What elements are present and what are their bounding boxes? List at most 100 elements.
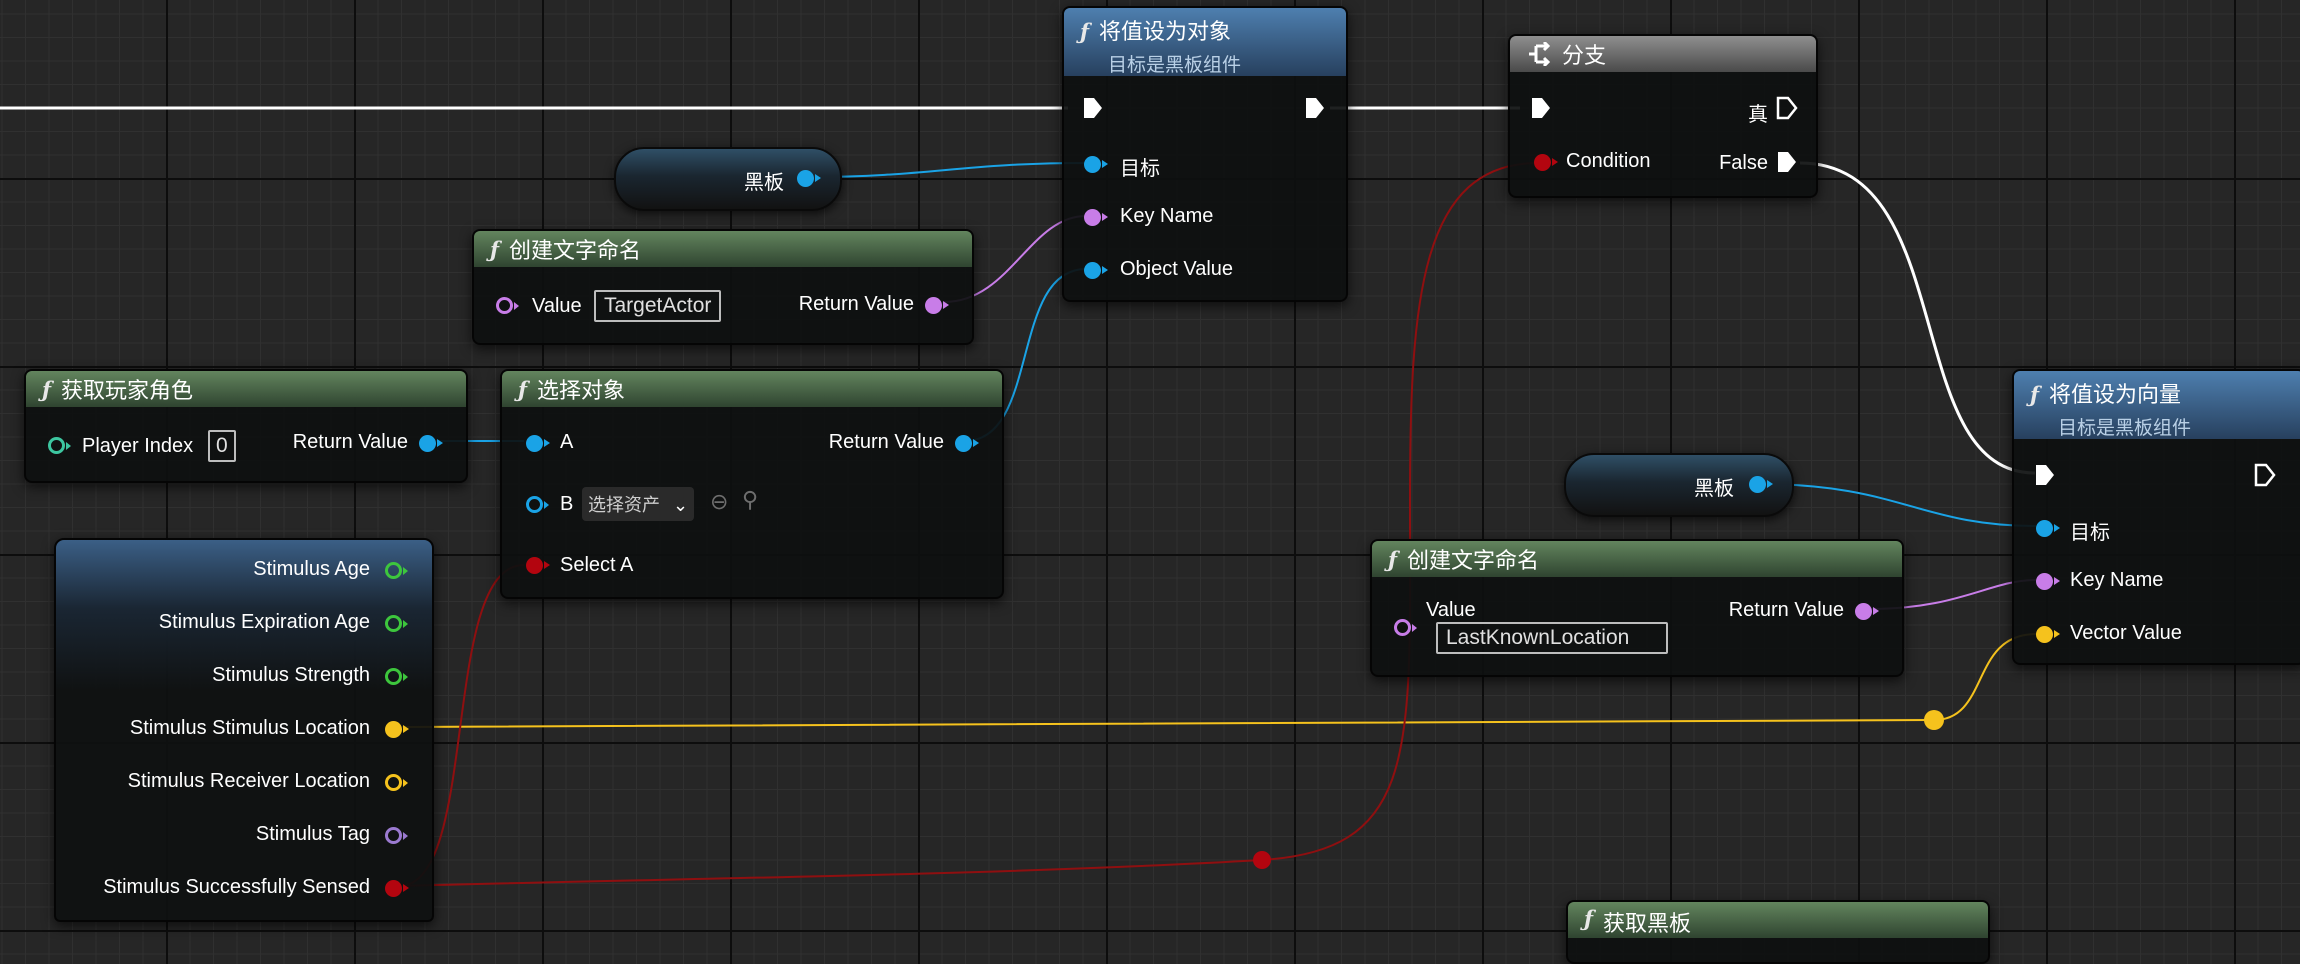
select-object-node[interactable]: ƒ 选择对象 A Return Value B 选择资产 ⌄ ⊖ ⚲ Select… — [500, 369, 1004, 599]
exec-false-pin[interactable] — [1776, 150, 1798, 174]
function-icon: ƒ — [1388, 546, 1398, 572]
target-pin[interactable] — [2036, 520, 2060, 537]
exec-in-pin[interactable] — [1530, 96, 1552, 120]
function-icon: ƒ — [518, 376, 528, 402]
condition-pin[interactable] — [1534, 154, 1558, 171]
stimulus-output-pin[interactable] — [385, 774, 408, 791]
node-header: ƒ 创建文字命名 — [474, 231, 972, 267]
function-icon: ƒ — [1080, 19, 1090, 44]
stimulus-output-pin[interactable] — [385, 562, 408, 579]
target-label: 目标 — [1120, 158, 1160, 180]
node-header: ƒ 获取玩家角色 — [26, 371, 466, 407]
value-input[interactable]: LastKnownLocation — [1436, 622, 1668, 654]
return-value-label: Return Value — [828, 431, 944, 453]
node-header: 分支 — [1510, 36, 1816, 72]
value-label: Value — [1426, 599, 1476, 621]
value-input[interactable]: TargetActor — [594, 290, 722, 322]
make-literal-name-node[interactable]: ƒ 创建文字命名 Value TargetActor Return Value — [472, 229, 974, 345]
variable-label: 黑板 — [744, 172, 784, 194]
function-icon: ƒ — [42, 376, 52, 402]
exec-in-pin[interactable] — [1082, 96, 1104, 120]
stimulus-output-pin[interactable] — [385, 827, 408, 844]
a-label: A — [560, 431, 574, 453]
reroute-knot-vector[interactable] — [1924, 710, 1944, 730]
stimulus-output-pin[interactable] — [385, 615, 408, 632]
return-value-pin[interactable] — [925, 297, 949, 314]
return-value-pin[interactable] — [419, 435, 443, 452]
exec-true-pin[interactable] — [1776, 96, 1798, 120]
chevron-down-icon: ⌄ — [673, 495, 689, 515]
branch-icon — [1529, 42, 1551, 66]
select-a-label: Select A — [560, 554, 634, 576]
blackboard-variable-node[interactable]: 黑板 — [1564, 453, 1794, 517]
select-a-pin[interactable] — [526, 557, 550, 574]
partial-offscreen-node[interactable]: ƒ 获取黑板 — [1566, 900, 1990, 964]
function-icon: ƒ — [1584, 906, 1594, 931]
browse-asset-search-icon[interactable]: ⚲ — [742, 487, 758, 513]
wire-blackboard2-target[interactable] — [1757, 483, 2037, 527]
object-value-pin[interactable] — [1084, 262, 1108, 279]
asset-picker-placeholder: 选择资产 — [588, 495, 660, 515]
blackboard-variable-node[interactable]: 黑板 — [614, 147, 842, 211]
node-header: ƒ 将值设为对象 目标是黑板组件 — [1064, 8, 1346, 76]
target-label: 目标 — [2070, 522, 2110, 544]
false-label: False — [1719, 152, 1768, 174]
wire-blackboard-target[interactable] — [807, 162, 1087, 178]
node-title: 获取黑板 — [1603, 911, 1692, 936]
vector-value-pin[interactable] — [2036, 626, 2060, 643]
asset-picker-dropdown[interactable]: 选择资产 ⌄ — [582, 487, 695, 521]
return-value-label: Return Value — [1728, 599, 1844, 621]
vector-value-label: Vector Value — [2070, 622, 2182, 644]
set-value-as-object-node[interactable]: ƒ 将值设为对象 目标是黑板组件 目标 Key Name Object Value — [1062, 6, 1348, 302]
function-icon: ƒ — [490, 236, 500, 262]
node-title: 将值设为对象 — [1099, 19, 1232, 44]
stimulus-pin-label: Stimulus Tag — [255, 823, 370, 845]
blackboard-output-pin[interactable] — [1749, 476, 1773, 493]
blackboard-output-pin[interactable] — [797, 170, 821, 187]
node-header: ƒ 将值设为向量 目标是黑板组件 — [2014, 371, 2300, 439]
target-pin[interactable] — [1084, 156, 1108, 173]
stimulus-pin-label: Stimulus Expiration Age — [158, 611, 370, 633]
branch-node[interactable]: 分支 真 Condition False — [1508, 34, 1818, 198]
return-value-pin[interactable] — [1855, 603, 1879, 620]
stimulus-pin-label: Stimulus Strength — [212, 664, 370, 686]
exec-out-pin[interactable] — [2254, 463, 2276, 487]
player-index-input[interactable]: 0 — [208, 430, 236, 462]
value-label: Value — [532, 295, 582, 317]
b-pin[interactable] — [526, 496, 549, 513]
reroute-knot-bool[interactable] — [1253, 851, 1271, 869]
condition-label: Condition — [1566, 150, 1651, 172]
use-selected-asset-icon[interactable]: ⊖ — [710, 489, 728, 515]
a-pin[interactable] — [526, 435, 550, 452]
true-label: 真 — [1748, 104, 1768, 126]
stimulus-output-pin[interactable] — [385, 721, 409, 738]
return-value-label: Return Value — [292, 431, 408, 453]
key-name-pin[interactable] — [1084, 209, 1108, 226]
stimulus-output-pin[interactable] — [385, 668, 408, 685]
stimulus-pin-label: Stimulus Stimulus Location — [129, 717, 370, 739]
exec-out-pin[interactable] — [1304, 96, 1326, 120]
node-subtitle: 目标是黑板组件 — [2058, 418, 2192, 439]
return-value-pin[interactable] — [955, 435, 979, 452]
get-player-character-node[interactable]: ƒ 获取玩家角色 Player Index 0 Return Value — [24, 369, 468, 483]
set-value-as-vector-node[interactable]: ƒ 将值设为向量 目标是黑板组件 目标 Key Name Vector Value — [2012, 369, 2300, 665]
break-ai-stimulus-node[interactable]: Stimulus Age Stimulus Expiration Age Stimu… — [54, 538, 434, 922]
node-title: 创建文字命名 — [1407, 548, 1540, 573]
function-icon: ƒ — [2030, 382, 2040, 407]
exec-in-pin[interactable] — [2034, 463, 2056, 487]
b-label: B — [560, 493, 574, 515]
make-literal-name-node[interactable]: ƒ 创建文字命名 Value LastKnownLocation Return V… — [1370, 539, 1904, 677]
exec-wire-false-to-setvector[interactable] — [1799, 161, 2036, 475]
key-name-label: Key Name — [1120, 205, 1214, 227]
value-pin[interactable] — [496, 297, 519, 314]
node-header: ƒ 获取黑板 — [1568, 902, 1988, 938]
stimulus-output-pin[interactable] — [385, 880, 409, 897]
node-subtitle: 目标是黑板组件 — [1108, 55, 1242, 76]
object-value-label: Object Value — [1120, 258, 1234, 280]
value-pin[interactable] — [1394, 619, 1417, 636]
node-title: 分支 — [1562, 43, 1607, 68]
stimulus-pin-label: Stimulus Successfully Sensed — [103, 876, 370, 898]
stimulus-pin-label: Stimulus Receiver Location — [127, 770, 370, 792]
key-name-pin[interactable] — [2036, 573, 2060, 590]
player-index-pin[interactable] — [48, 437, 71, 454]
